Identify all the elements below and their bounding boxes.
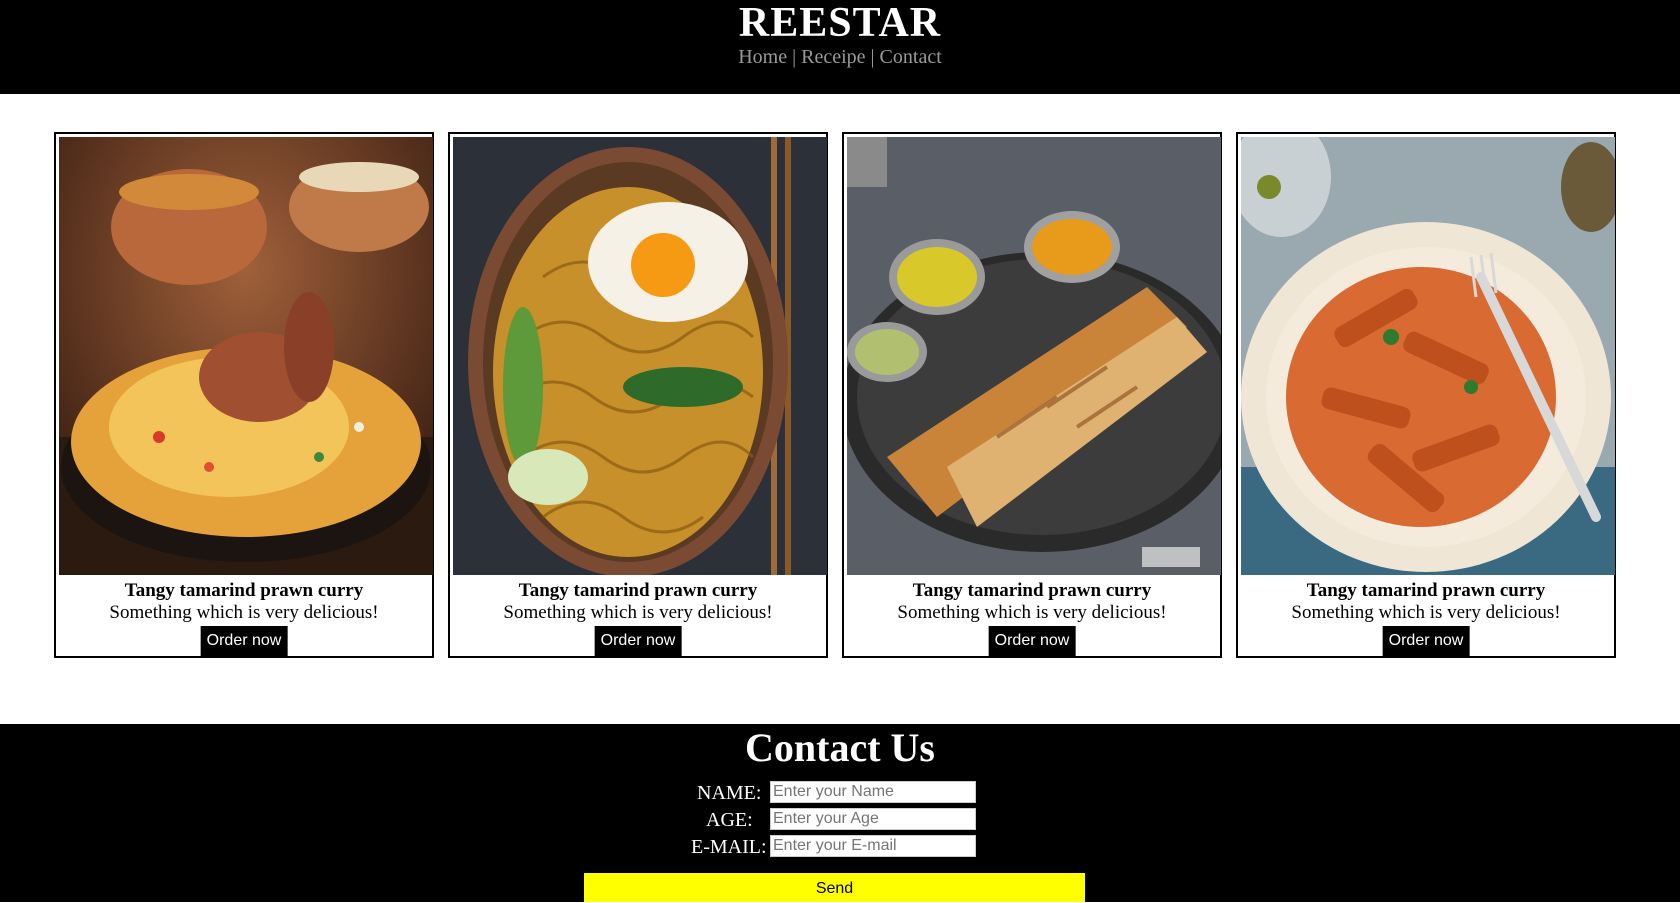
- order-now-button[interactable]: Order now: [200, 626, 288, 656]
- penne-pasta-image: [1241, 137, 1615, 575]
- order-now-button[interactable]: Order now: [1382, 626, 1470, 656]
- nav-receipe-link[interactable]: Receipe: [801, 46, 865, 68]
- main-nav: Home | Receipe | Contact: [0, 44, 1680, 70]
- brand-title: REESTAR: [738, 0, 942, 46]
- card-description: Something which is very delicious!: [1291, 602, 1561, 623]
- age-field[interactable]: [770, 808, 976, 830]
- card-title: Tangy tamarind prawn curry: [1306, 580, 1546, 601]
- site-header: REESTAR Home | Receipe | Contact: [0, 0, 1680, 94]
- nav-separator: |: [792, 46, 797, 68]
- recipe-card: Tangy tamarind prawn curry Something whi…: [842, 132, 1222, 658]
- recipe-card: Tangy tamarind prawn curry Something whi…: [448, 132, 828, 658]
- card-title: Tangy tamarind prawn curry: [912, 580, 1152, 601]
- card-description: Something which is very delicious!: [109, 602, 379, 623]
- card-title: Tangy tamarind prawn curry: [518, 580, 758, 601]
- contact-section: Contact Us NAME: AGE: E-MAIL: Send: [0, 724, 1680, 902]
- order-now-button[interactable]: Order now: [594, 626, 682, 656]
- recipe-card: Tangy tamarind prawn curry Something whi…: [1236, 132, 1616, 658]
- biryani-image: [59, 137, 433, 575]
- nav-home-link[interactable]: Home: [738, 46, 787, 68]
- dosa-image: [847, 137, 1221, 575]
- send-button[interactable]: Send: [584, 873, 1085, 902]
- email-field[interactable]: [770, 835, 976, 857]
- nav-separator: |: [870, 46, 875, 68]
- order-now-button[interactable]: Order now: [988, 626, 1076, 656]
- contact-title: Contact Us: [745, 725, 935, 770]
- card-description: Something which is very delicious!: [897, 602, 1167, 623]
- noodles-egg-image: [453, 137, 827, 575]
- age-row: AGE:: [690, 808, 990, 832]
- recipe-cards: Tangy tamarind prawn curry Something whi…: [54, 132, 1620, 662]
- name-row: NAME:: [690, 781, 990, 805]
- name-field[interactable]: [770, 781, 976, 803]
- card-title: Tangy tamarind prawn curry: [124, 580, 364, 601]
- name-label: NAME:: [697, 782, 762, 804]
- age-label: AGE:: [706, 809, 753, 831]
- recipe-card: Tangy tamarind prawn curry Something whi…: [54, 132, 434, 658]
- email-row: E-MAIL:: [690, 835, 990, 859]
- email-label: E-MAIL:: [691, 836, 767, 858]
- card-description: Something which is very delicious!: [503, 602, 773, 623]
- nav-contact-link[interactable]: Contact: [880, 46, 942, 68]
